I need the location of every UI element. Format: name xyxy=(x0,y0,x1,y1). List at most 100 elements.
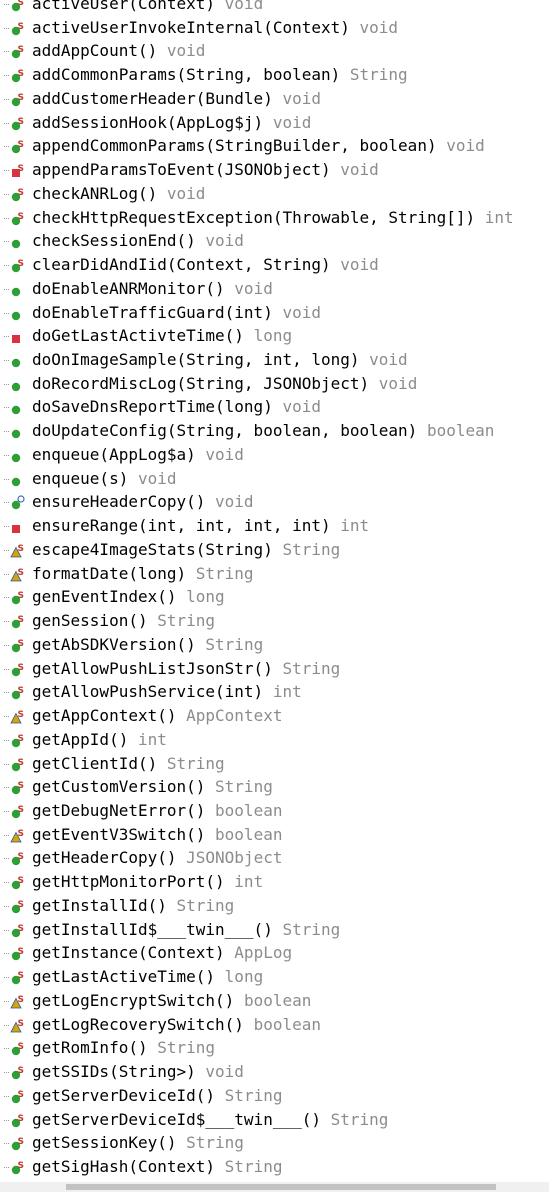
outline-item[interactable]: doRecordMiscLog(String, JSONObject) void xyxy=(0,372,549,396)
method-signature: getHttpMonitorPort() xyxy=(32,872,225,892)
svg-text:S: S xyxy=(18,900,24,910)
public-static-method-icon: S xyxy=(10,1040,26,1056)
outline-item[interactable]: SgetSigHash(Context) String xyxy=(0,1155,549,1179)
outline-item[interactable]: checkSessionEnd() void xyxy=(0,229,549,253)
outline-item[interactable]: SgetSSIDs(String>) void xyxy=(0,1060,549,1084)
horizontal-scrollbar[interactable] xyxy=(0,1182,549,1192)
outline-item[interactable]: doGetLastActivteTime() long xyxy=(0,324,549,348)
return-type: AppLog xyxy=(234,943,293,963)
outline-item[interactable]: SgetLastActiveTime() long xyxy=(0,965,549,989)
outline-item[interactable]: SactiveUser(Context) void xyxy=(0,0,549,16)
outline-item[interactable]: ScheckHttpRequestException(Throwable, St… xyxy=(0,206,549,230)
outline-item[interactable]: SgetServerDeviceId$___twin___() String xyxy=(0,1108,549,1132)
method-signature: getSSIDs(String>) xyxy=(32,1062,196,1082)
svg-text:S: S xyxy=(18,1090,24,1100)
method-label: getAppId() int xyxy=(32,728,167,752)
outline-item[interactable]: SgetHttpMonitorPort() int xyxy=(0,870,549,894)
method-signature: getDebugNetError() xyxy=(32,800,206,820)
tree-connector xyxy=(4,668,9,671)
method-signature: addCustomerHeader(Bundle) xyxy=(32,88,273,108)
outline-item[interactable]: doOnImageSample(String, int, long) void xyxy=(0,348,549,372)
outline-item[interactable]: doSaveDnsReportTime(long) void xyxy=(0,395,549,419)
tree-connector xyxy=(4,75,9,77)
outline-item[interactable]: SgetClientId() String xyxy=(0,752,549,776)
return-type: void xyxy=(224,0,264,13)
tree-connector xyxy=(4,1024,9,1027)
return-type: boolean xyxy=(215,800,283,820)
outline-item[interactable]: ensureRange(int, int, int, int) int xyxy=(0,514,549,538)
outline-item[interactable]: SgetCustomVersion() String xyxy=(0,775,549,799)
outline-item[interactable]: SgetAllowPushListJsonStr() String xyxy=(0,657,549,681)
tree-connector xyxy=(4,217,9,220)
svg-text:S: S xyxy=(18,1019,24,1029)
method-label: getLogRecoverySwitch() boolean xyxy=(32,1013,321,1037)
outline-item[interactable]: SgetInstallId$___twin___() String xyxy=(0,918,549,942)
return-type: void xyxy=(282,88,321,108)
private-method-icon xyxy=(10,328,26,344)
outline-item[interactable]: SactiveUserInvokeInternal(Context) void xyxy=(0,16,549,40)
outline-item[interactable]: SgetAbSDKVersion() String xyxy=(0,633,549,657)
outline-item[interactable]: SgetSessionKey() String xyxy=(0,1131,549,1155)
outline-item[interactable]: SaddSessionHook(AppLog$j) void xyxy=(0,111,549,135)
outline-item[interactable]: SaddCommonParams(String, boolean) String xyxy=(0,63,549,87)
outline-item[interactable]: SgetDebugNetError() boolean xyxy=(0,799,549,823)
return-type: int xyxy=(272,682,302,702)
outline-item[interactable]: SgetLogRecoverySwitch() boolean xyxy=(0,1013,549,1037)
outline-item[interactable]: SformatDate(long) String xyxy=(0,562,549,586)
outline-tree: SactiveUser(Context) void SactiveUserInvo… xyxy=(0,0,549,1179)
outline-item[interactable]: SgenSession() String xyxy=(0,609,549,633)
outline-item[interactable]: SgetHeaderCopy() JSONObject xyxy=(0,846,549,870)
method-signature: getLogRecoverySwitch() xyxy=(32,1014,244,1034)
outline-item[interactable]: doEnableTrafficGuard(int) void xyxy=(0,301,549,325)
outline-item[interactable]: SgetAppContext() AppContext xyxy=(0,704,549,728)
public-static-method-icon: S xyxy=(10,67,26,83)
method-label: getHttpMonitorPort() int xyxy=(32,870,263,894)
svg-text:S: S xyxy=(18,0,24,8)
tree-connector xyxy=(4,621,9,623)
method-label: enqueue(AppLog$a) void xyxy=(32,443,244,467)
outline-item[interactable]: SaddCustomerHeader(Bundle) void xyxy=(0,87,549,111)
outline-item[interactable]: SappendParamsToEvent(JSONObject) void xyxy=(0,158,549,182)
outline-item[interactable]: SgetInstance(Context) AppLog xyxy=(0,941,549,965)
method-label: doEnableTrafficGuard(int) void xyxy=(32,301,321,325)
outline-item[interactable]: doUpdateConfig(String, boolean, boolean)… xyxy=(0,419,549,443)
scrollbar-thumb[interactable] xyxy=(66,1184,496,1190)
svg-text:S: S xyxy=(18,829,24,839)
outline-item[interactable]: SgetAllowPushService(int) int xyxy=(0,680,549,704)
outline-item[interactable]: Sescape4ImageStats(String) String xyxy=(0,538,549,562)
outline-item[interactable]: SgetEventV3Switch() boolean xyxy=(0,823,549,847)
tree-connector xyxy=(4,573,9,576)
outline-item[interactable]: ScheckANRLog() void xyxy=(0,182,549,206)
protected-static-method-icon: S xyxy=(10,542,26,558)
svg-text:S: S xyxy=(18,663,24,673)
protected-static-method-icon: S xyxy=(10,708,26,724)
outline-item[interactable]: doEnableANRMonitor() void xyxy=(0,277,549,301)
outline-item[interactable]: SclearDidAndIid(Context, String) void xyxy=(0,253,549,277)
method-label: addSessionHook(AppLog$j) void xyxy=(32,111,311,135)
tree-connector xyxy=(4,929,9,932)
outline-item[interactable]: ensureHeaderCopy() void xyxy=(0,490,549,514)
public-static-method-icon: S xyxy=(10,661,26,677)
public-static-method-icon: S xyxy=(10,589,26,605)
return-type: void xyxy=(340,255,379,275)
outline-item[interactable]: enqueue(s) void xyxy=(0,467,549,491)
tree-connector xyxy=(4,4,9,6)
public-static-method-icon: S xyxy=(10,20,26,36)
outline-item[interactable]: SaddAppCount() void xyxy=(0,39,549,63)
outline-item[interactable]: SgenEventIndex() long xyxy=(0,585,549,609)
outline-item[interactable]: SgetInstallId() String xyxy=(0,894,549,918)
method-label: getAllowPushService(int) int xyxy=(32,680,302,704)
return-type: void xyxy=(205,444,244,464)
method-label: getCustomVersion() String xyxy=(32,775,273,799)
outline-item[interactable]: enqueue(AppLog$a) void xyxy=(0,443,549,467)
svg-text:S: S xyxy=(18,1042,24,1052)
return-type: String xyxy=(205,634,264,654)
tree-connector xyxy=(4,288,9,291)
tree-connector xyxy=(4,763,9,766)
outline-item[interactable]: SgetRomInfo() String xyxy=(0,1036,549,1060)
outline-item[interactable]: SappendCommonParams(StringBuilder, boole… xyxy=(0,134,549,158)
outline-item[interactable]: SgetLogEncryptSwitch() boolean xyxy=(0,989,549,1013)
outline-item[interactable]: SgetServerDeviceId() String xyxy=(0,1084,549,1108)
method-signature: enqueue(s) xyxy=(32,468,129,488)
outline-item[interactable]: SgetAppId() int xyxy=(0,728,549,752)
